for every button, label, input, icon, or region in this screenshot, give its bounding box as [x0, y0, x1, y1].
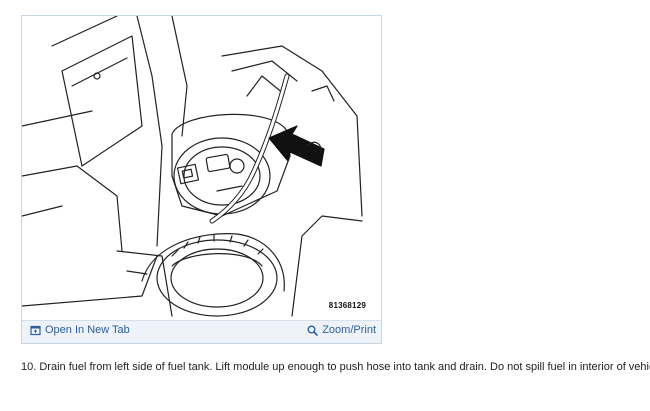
- open-new-tab-icon: [30, 325, 41, 336]
- zoom-print-label: Zoom/Print: [322, 324, 376, 336]
- figure-toolbar: Open In New Tab Zoom/Print: [22, 320, 381, 343]
- open-in-new-tab-label: Open In New Tab: [45, 324, 130, 336]
- step-caption: 10. Drain fuel from left side of fuel ta…: [21, 361, 650, 373]
- figure-card: 81368129 Open In New Tab Zoom/Print: [21, 15, 382, 344]
- magnifier-icon: [307, 325, 319, 336]
- fuel-pump-module-illustration[interactable]: 81368129: [22, 16, 381, 322]
- zoom-print-button[interactable]: Zoom/Print: [307, 324, 376, 336]
- figure-number-label: 81368129: [328, 301, 366, 310]
- open-in-new-tab-button[interactable]: Open In New Tab: [30, 324, 130, 336]
